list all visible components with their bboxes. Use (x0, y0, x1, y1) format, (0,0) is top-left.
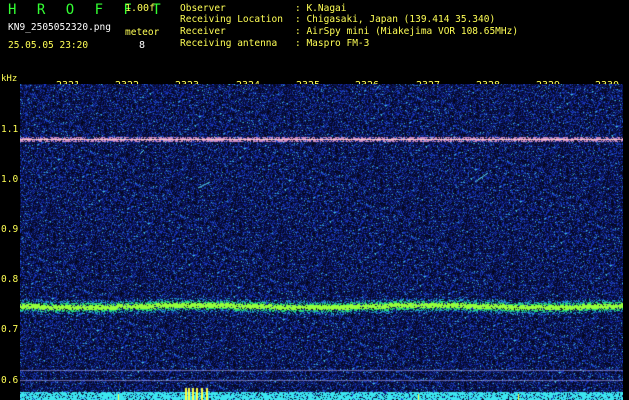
receiver-label: Receiver (180, 26, 226, 37)
location-value: : Chigasaki, Japan (139.414 35.340) (295, 14, 496, 25)
antenna-value: : Maspro FM-3 (295, 38, 370, 49)
location-label: Receiving Location (180, 14, 283, 25)
header-panel: H R O F F T 1.00f KN9_2505052320.png met… (0, 0, 629, 74)
y-tick-label: 0.6 (1, 375, 19, 386)
observer-label: Observer (180, 3, 226, 14)
y-tick-label: 1.0 (1, 174, 19, 185)
meteor-count: 8 (139, 40, 146, 51)
y-tick-label: 0.7 (1, 324, 19, 335)
version-label: 1.00f (125, 3, 156, 14)
antenna-label: Receiving antenna (180, 38, 278, 49)
y-axis-unit: kHz (1, 74, 18, 84)
y-tick-label: 0.8 (1, 274, 19, 285)
datetime-label: 25.05.05 23:20 (8, 40, 89, 51)
meteor-label: meteor (125, 27, 160, 38)
spectrogram-plot (20, 84, 623, 400)
image-filename: KN9_2505052320.png (8, 22, 111, 33)
y-tick-label: 1.1 (1, 124, 19, 135)
receiver-value: : AirSpy mini (Miakejima VOR 108.65MHz) (295, 26, 519, 37)
observer-value: : K.Nagai (295, 3, 347, 14)
y-tick-label: 0.9 (1, 224, 19, 235)
